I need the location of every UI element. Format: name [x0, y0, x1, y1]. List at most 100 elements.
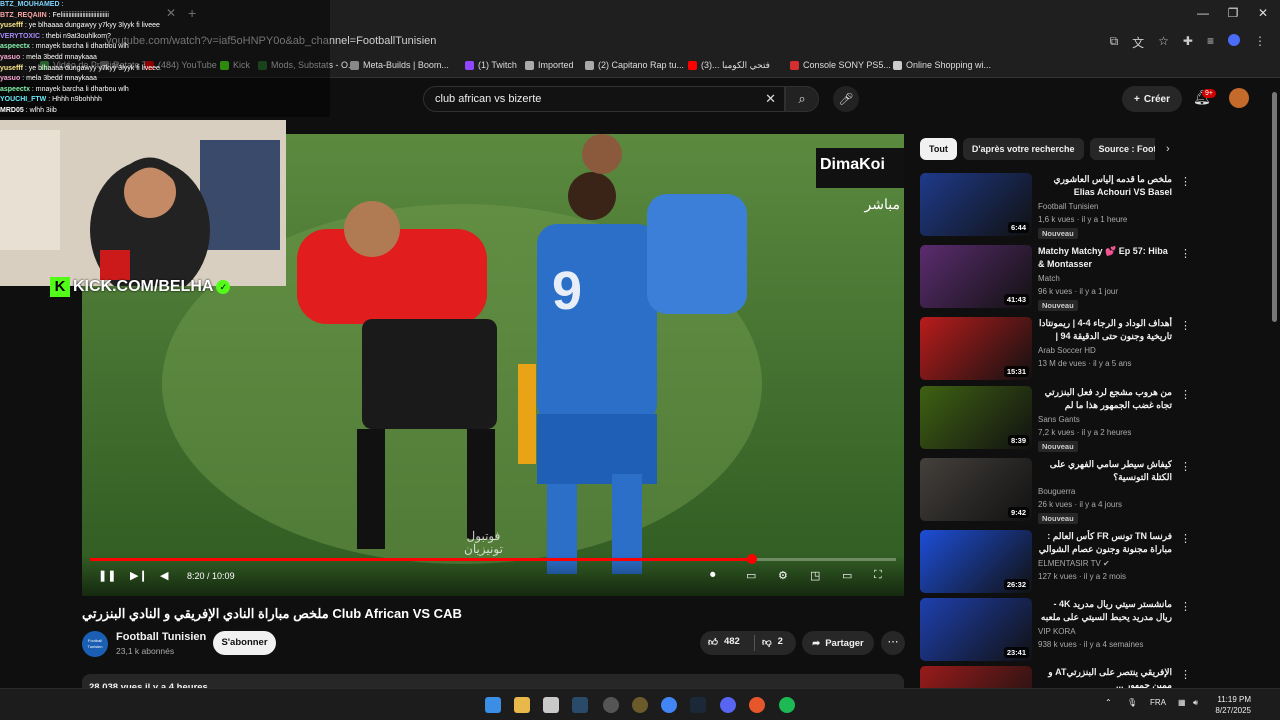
more-options-icon[interactable]: ⋮: [1180, 388, 1191, 401]
discord-icon[interactable]: [720, 697, 736, 713]
store-icon[interactable]: [543, 697, 559, 713]
recommended-channel[interactable]: Bouguerra: [1038, 487, 1075, 496]
dislike-button[interactable]: 👎︎ 2: [762, 636, 783, 648]
more-options-icon[interactable]: ⋮: [1180, 600, 1191, 613]
brave-icon[interactable]: [749, 697, 765, 713]
progress-bar[interactable]: [90, 554, 896, 564]
progress-scrubber[interactable]: [746, 554, 757, 564]
bookmark-item[interactable]: (2) Capitano Rap tu...: [585, 60, 684, 70]
language-indicator[interactable]: FRA: [1150, 698, 1166, 707]
file-explorer-icon[interactable]: [514, 697, 530, 713]
search-input[interactable]: club african vs bizerte: [435, 93, 541, 105]
app-icon[interactable]: [603, 697, 619, 713]
steam-icon[interactable]: [572, 697, 588, 713]
recommended-channel[interactable]: ELMENTASIR TV ✔: [1038, 559, 1110, 568]
recommended-channel[interactable]: Match: [1038, 274, 1060, 283]
tray-chevron-icon[interactable]: ⌃: [1105, 698, 1112, 707]
fullscreen-icon[interactable]: ⛶: [874, 569, 882, 582]
video-thumbnail[interactable]: 6:44: [920, 173, 1032, 236]
bookmark-item[interactable]: (1) Twitch: [465, 60, 517, 70]
filter-chip[interactable]: Tout: [920, 138, 957, 160]
video-thumbnail[interactable]: 26:32: [920, 530, 1032, 593]
bookmark-item[interactable]: Meta-Builds | Boom...: [350, 60, 449, 70]
recommended-title[interactable]: مانشستر سيتي ريال مدريد 4K - ريال مدريد …: [1038, 598, 1172, 624]
bookmark-item[interactable]: Imported: [525, 60, 574, 70]
more-options-icon[interactable]: ⋮: [1180, 460, 1191, 473]
recommended-title[interactable]: Matchy Matchy 💕 Ep 57: Hiba & Montasser: [1038, 245, 1172, 271]
page-scrollbar[interactable]: [1272, 92, 1277, 322]
recommended-video[interactable]: 23:41 مانشستر سيتي ريال مدريد 4K - ريال م…: [920, 598, 1275, 664]
channel-name[interactable]: Football Tunisien: [116, 631, 206, 643]
video-thumbnail[interactable]: 8:39: [920, 386, 1032, 449]
network-icon[interactable]: ▦: [1178, 698, 1186, 707]
recommended-title[interactable]: فرنسا TN تونس FR كأس العالم : مباراة مجن…: [1038, 530, 1172, 556]
settings-gear-icon[interactable]: ⚙: [778, 569, 788, 582]
account-avatar[interactable]: [1229, 88, 1249, 108]
recommended-video[interactable]: 26:32 فرنسا TN تونس FR كأس العالم : مبارا…: [920, 530, 1275, 596]
steam-client-icon[interactable]: [690, 697, 706, 713]
install-icon[interactable]: ⧉: [1110, 34, 1119, 51]
more-options-icon[interactable]: ⋮: [1180, 668, 1191, 681]
autoplay-toggle-icon[interactable]: ⏺︎: [710, 569, 716, 582]
bookmark-item[interactable]: Console SONY PS5...: [790, 60, 891, 70]
volume-icon[interactable]: ◀︎: [160, 569, 168, 582]
more-options-icon[interactable]: ⋮: [1180, 319, 1191, 332]
miniplayer-icon[interactable]: ◳: [810, 569, 820, 582]
video-thumbnail[interactable]: 23:41: [920, 598, 1032, 661]
game-icon[interactable]: [632, 697, 648, 713]
profile-icon[interactable]: [1228, 34, 1240, 46]
pause-icon[interactable]: ❚❚: [98, 569, 116, 582]
filter-chip[interactable]: Source : Football Tunisien: [1089, 138, 1155, 160]
recommended-video[interactable]: 6:44 ملخص ما قدمه إلياس العاشوري Elias Ac…: [920, 173, 1275, 239]
more-options-icon[interactable]: ⋮: [1180, 532, 1191, 545]
mic-tray-icon[interactable]: 🎙︎: [1127, 698, 1137, 707]
create-button[interactable]: + Créer: [1122, 86, 1182, 112]
more-options-icon[interactable]: ⋮: [1180, 247, 1191, 260]
subtitles-icon[interactable]: ▭: [746, 569, 756, 582]
recommended-video[interactable]: 41:43 Matchy Matchy 💕 Ep 57: Hiba & Monta…: [920, 245, 1275, 311]
recommended-title[interactable]: من هروب مشجع لرد فعل البنزرتي تجاه غضب ا…: [1038, 386, 1172, 412]
subscribe-button[interactable]: S'abonner: [213, 631, 276, 655]
recommended-video[interactable]: 9:42 كيفاش سيطر سامي الفهري على الكتلة ال…: [920, 458, 1275, 524]
share-button[interactable]: ➦ Partager: [802, 631, 874, 655]
next-icon[interactable]: ▶❙: [130, 569, 148, 582]
chrome-icon[interactable]: [661, 697, 677, 713]
recommended-title[interactable]: أهداف الوداد و الرجاء 4-4 | ريمونتادا تا…: [1038, 317, 1172, 343]
recommended-channel[interactable]: Sans Gants: [1038, 415, 1080, 424]
start-icon[interactable]: [485, 697, 501, 713]
translate-icon[interactable]: 文: [1132, 34, 1144, 51]
like-button[interactable]: 👍︎ 482: [708, 636, 740, 648]
minimize-icon[interactable]: —: [1194, 6, 1212, 20]
chevron-right-icon[interactable]: ›: [1166, 143, 1170, 155]
spotify-icon[interactable]: [779, 697, 795, 713]
video-thumbnail[interactable]: 15:31: [920, 317, 1032, 380]
recommended-channel[interactable]: VIP KORA: [1038, 627, 1076, 636]
menu-icon[interactable]: ⋮: [1254, 34, 1266, 51]
bookmark-item[interactable]: Online Shopping wi...: [893, 60, 991, 70]
video-thumbnail[interactable]: 41:43: [920, 245, 1032, 308]
microphone-icon[interactable]: 🎤︎: [833, 86, 859, 112]
filter-chip[interactable]: D'après votre recherche: [962, 138, 1084, 160]
extensions-icon[interactable]: ✚: [1183, 34, 1193, 51]
recommended-title[interactable]: كيفاش سيطر سامي الفهري على الكتلة التونس…: [1038, 458, 1172, 484]
bookmark-star-icon[interactable]: ☆: [1158, 34, 1169, 51]
recommended-title[interactable]: ملخص ما قدمه إلياس العاشوري Elias Achour…: [1038, 173, 1172, 199]
media-icon[interactable]: ≡: [1207, 34, 1214, 51]
recommended-video[interactable]: 15:31 أهداف الوداد و الرجاء 4-4 | ريمونتا…: [920, 317, 1275, 383]
clear-search-icon[interactable]: ✕: [765, 91, 776, 107]
channel-avatar[interactable]: Football Tunisien: [82, 631, 108, 657]
close-window-icon[interactable]: ✕: [1254, 6, 1272, 20]
maximize-icon[interactable]: ❐: [1224, 6, 1242, 20]
search-icon[interactable]: ⌕: [785, 86, 819, 112]
recommended-video[interactable]: 8:39 من هروب مشجع لرد فعل البنزرتي تجاه غ…: [920, 386, 1275, 452]
more-actions-button[interactable]: ⋯: [881, 631, 905, 655]
recommended-channel[interactable]: Football Tunisien: [1038, 202, 1098, 211]
more-options-icon[interactable]: ⋮: [1180, 175, 1191, 188]
speaker-icon[interactable]: 🔊︎: [1193, 698, 1198, 708]
search-box[interactable]: club african vs bizerte ✕: [423, 86, 785, 112]
system-clock[interactable]: 11:19 PM 8/27/2025: [1213, 694, 1251, 716]
recommended-channel[interactable]: Arab Soccer HD: [1038, 346, 1096, 355]
video-thumbnail[interactable]: 9:42: [920, 458, 1032, 521]
theater-mode-icon[interactable]: ▭: [842, 569, 852, 582]
bookmark-item[interactable]: فتحي الكومبا ...(3): [688, 60, 770, 71]
